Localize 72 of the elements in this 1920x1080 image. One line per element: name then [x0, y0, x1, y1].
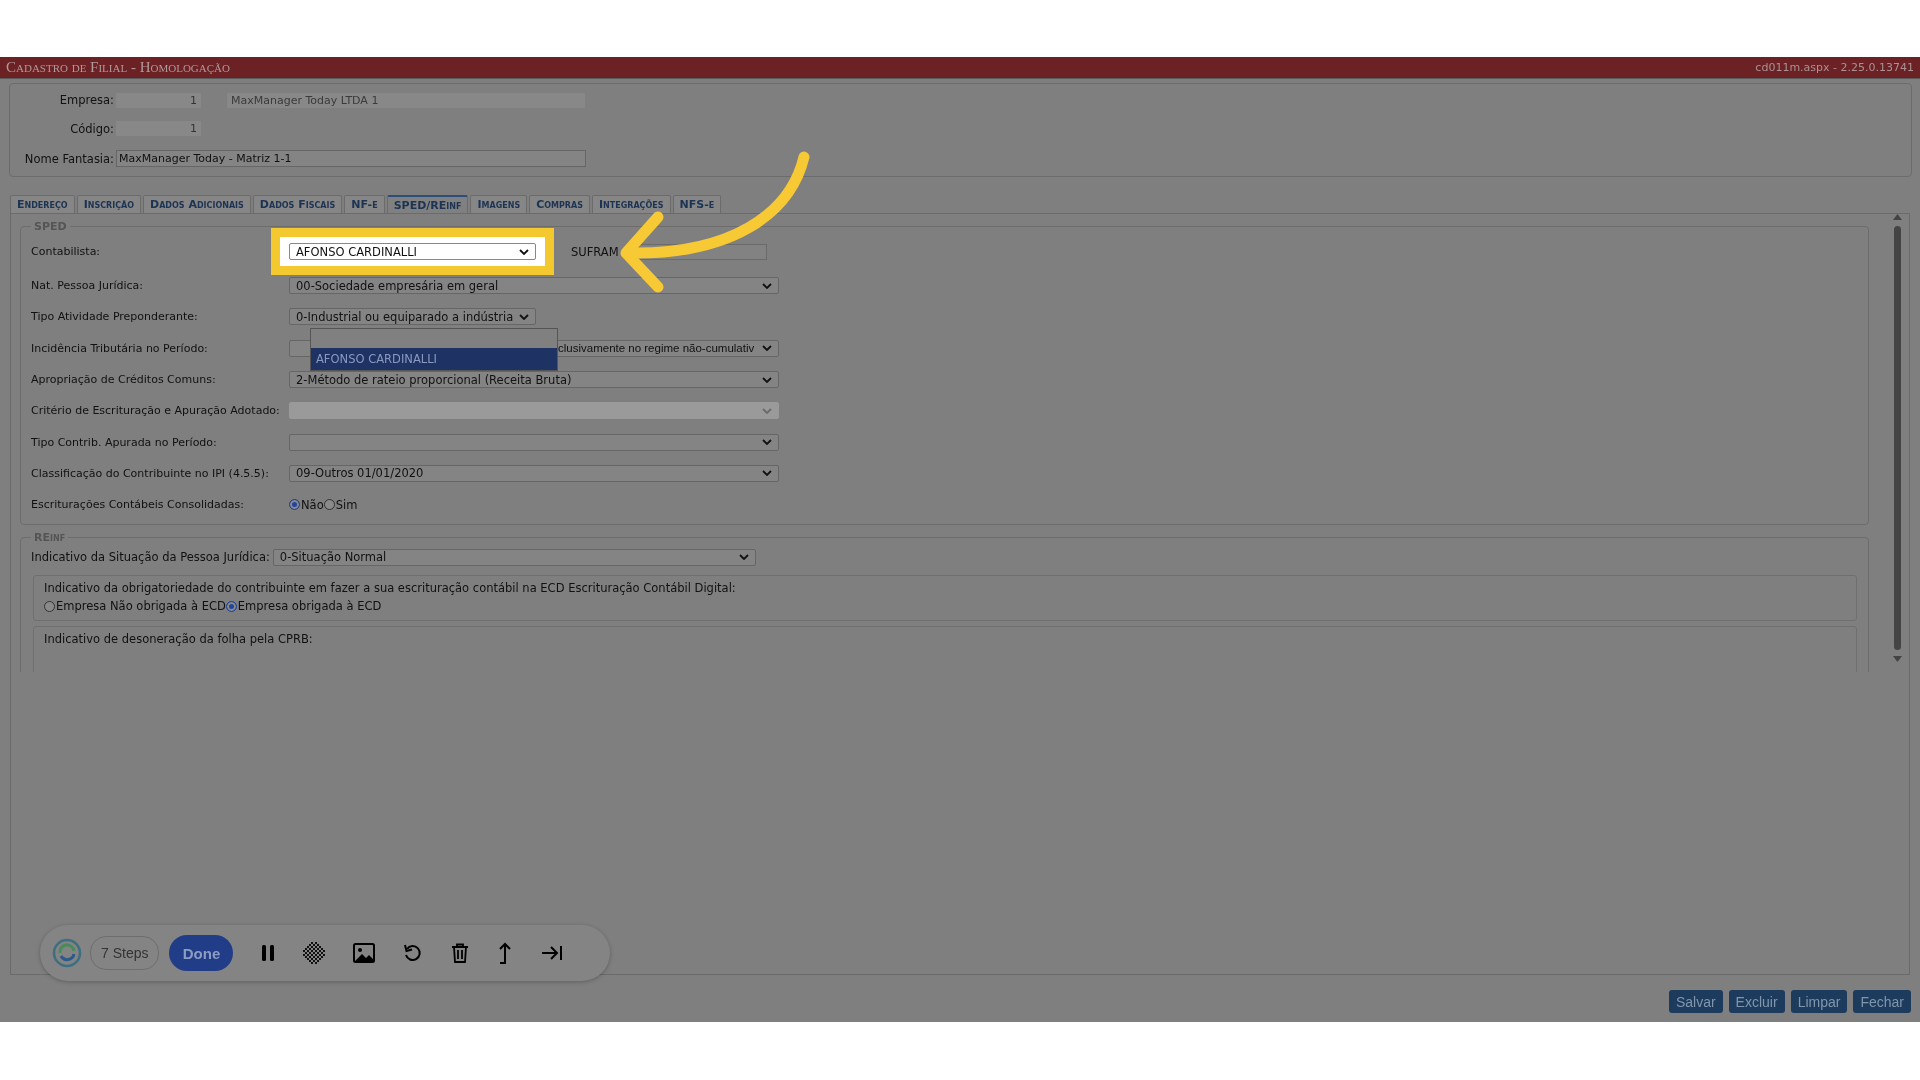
- steps-counter: 7 Steps: [90, 936, 160, 970]
- field-label: Tipo Contrib. Apurada no Período:: [31, 435, 218, 449]
- caret-icon: [762, 407, 772, 414]
- radio-label: Empresa obrigada à ECD: [237, 599, 382, 614]
- field-label: Empresa:: [58, 93, 115, 108]
- dropdown-option[interactable]: AFONSO CARDINALLI: [311, 348, 557, 370]
- version-label: cd011m.aspx - 2.25.0.13741: [1755, 61, 1914, 74]
- radio-button[interactable]: [225, 600, 237, 612]
- question-text: Indicativo de desoneração da folha pela CPRB:: [44, 631, 314, 646]
- caret-icon: [762, 282, 772, 289]
- pause-icon[interactable]: [261, 944, 276, 962]
- radio-button[interactable]: [44, 600, 55, 612]
- field-label: Indicativo da Situação da Pessoa Jurídica:: [31, 550, 270, 565]
- tab[interactable]: SPED/REinf: [386, 195, 469, 213]
- done-button[interactable]: Done: [169, 935, 234, 971]
- radio-button[interactable]: [289, 499, 300, 511]
- image-icon[interactable]: [353, 943, 376, 963]
- readonly-field: 1: [116, 121, 201, 137]
- window-title: Cadastro de Filial - Homologação: [6, 59, 230, 76]
- caret-icon: [519, 248, 529, 255]
- field-label: Código:: [69, 122, 115, 136]
- question-text: Indicativo da obrigatoriedade do contribuinte em fazer a sua escrituração contábil na ECD Escrituração Contábil Digital:: [44, 581, 737, 596]
- tab[interactable]: Imagens: [470, 195, 528, 213]
- action-button[interactable]: Excluir: [1728, 990, 1785, 1013]
- tab[interactable]: Dados Fiscais: [252, 195, 343, 213]
- caret-icon: [762, 470, 772, 477]
- select-field[interactable]: AFONSO CARDINALLI: [289, 243, 536, 260]
- radio-label: Sim: [335, 497, 358, 512]
- field-label: Escriturações Contábeis Consolidadas:: [31, 498, 245, 512]
- caret-icon: [762, 376, 772, 383]
- field-label: Incidência Tributária no Período:: [31, 341, 209, 355]
- field-label: Nome Fantasia:: [23, 151, 115, 166]
- tab[interactable]: Integrações: [592, 195, 671, 213]
- blur-icon[interactable]: [303, 942, 326, 964]
- caret-icon: [519, 313, 529, 320]
- action-button[interactable]: Salvar: [1668, 990, 1723, 1013]
- select-field[interactable]: 00-Sociedade empresária em geral: [289, 277, 779, 295]
- tab[interactable]: Dados Adicionais: [143, 195, 251, 213]
- tab[interactable]: Compras: [529, 195, 590, 213]
- scroll-up-icon[interactable]: [1892, 214, 1902, 220]
- field-label: SUFRAM: [571, 244, 619, 259]
- select-field[interactable]: 0-Situação Normal: [272, 548, 756, 566]
- field-label: Nat. Pessoa Jurídica:: [31, 279, 145, 293]
- caret-icon: [762, 345, 772, 352]
- radio-button[interactable]: [323, 499, 335, 511]
- tab[interactable]: NF-e: [344, 195, 385, 213]
- select-field[interactable]: 09-Outros 01/01/2020: [289, 464, 779, 482]
- select-field[interactable]: 0-Industrial ou equiparado a indústria: [289, 308, 536, 326]
- select-field[interactable]: 2-Método de rateio proporcional (Receita Bruta): [289, 371, 779, 389]
- tab[interactable]: Inscrição: [76, 195, 142, 213]
- input-field[interactable]: MaxManager Today - Matriz 1-1: [116, 150, 586, 168]
- caret-icon: [762, 439, 772, 446]
- select-field[interactable]: [289, 433, 779, 451]
- radio-label: Não: [301, 497, 324, 512]
- undo-icon[interactable]: [403, 943, 424, 963]
- radio-label: Empresa Não obrigada à ECD: [56, 599, 226, 614]
- field-label: Contabilista:: [31, 245, 102, 258]
- action-button[interactable]: Limpar: [1790, 990, 1848, 1013]
- logo-icon: [52, 938, 82, 968]
- tab[interactable]: NFS-e: [672, 195, 722, 213]
- readonly-field: MaxManager Today LTDA 1: [227, 92, 585, 108]
- readonly-field: 1: [116, 92, 201, 108]
- tab[interactable]: Endereço: [10, 195, 75, 213]
- field-label: Tipo Atividade Preponderante:: [31, 310, 199, 324]
- scroll-down-icon[interactable]: [1892, 656, 1902, 662]
- skip-to-end-icon[interactable]: [541, 945, 564, 961]
- field-label: Apropriação de Créditos Comuns:: [31, 373, 217, 387]
- caret-icon: [738, 554, 749, 561]
- field-label: Critério de Escrituração e Apuração Adotado:: [31, 404, 281, 418]
- trash-icon[interactable]: [451, 943, 470, 963]
- action-button[interactable]: Fechar: [1853, 990, 1911, 1013]
- field-label: Classificação do Contribuinte no IPI (4.5.5):: [31, 466, 270, 480]
